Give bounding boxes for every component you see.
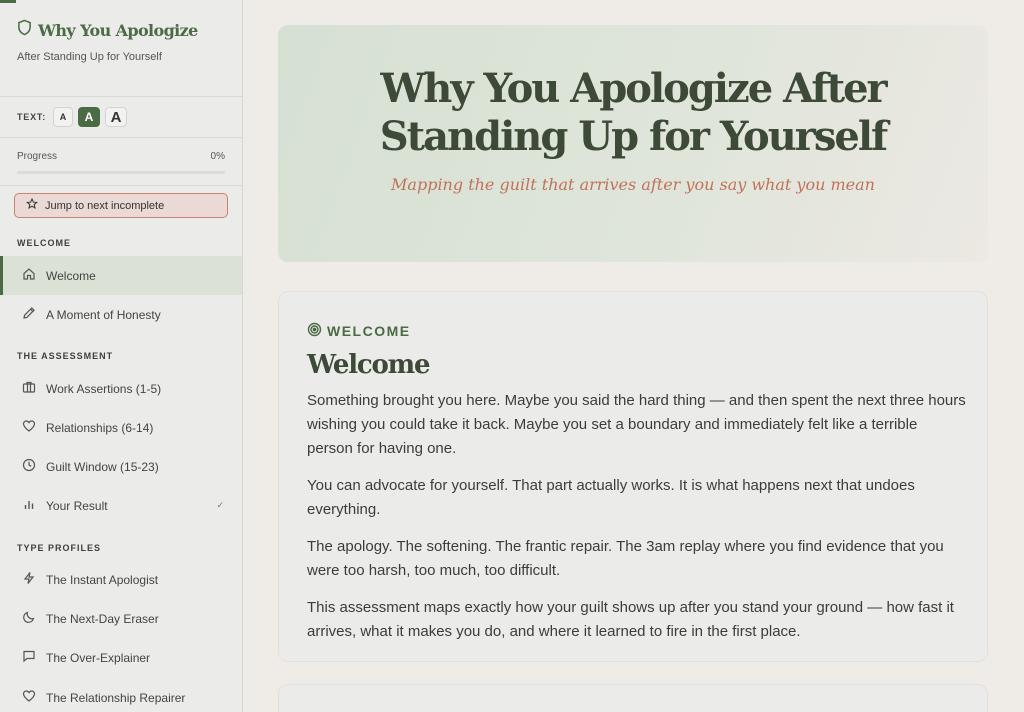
sidebar-item-label: The Over-Explainer <box>46 650 151 665</box>
card-body: Something brought you here. Maybe you sa… <box>307 389 967 657</box>
next-card <box>278 684 988 712</box>
jump-label: Jump to next incomplete <box>45 199 165 212</box>
brand: Why You Apologize After Standing Up for … <box>0 0 242 97</box>
sidebar-item-label: The Next-Day Eraser <box>46 611 159 626</box>
card-title: Welcome <box>307 350 431 380</box>
paragraph: You can advocate for yourself. That part… <box>307 477 915 518</box>
brand-title: Why You Apologize <box>38 20 198 40</box>
sidebar-item-over-explainer[interactable]: The Over-Explainer <box>0 638 242 677</box>
clock-icon <box>22 458 36 475</box>
page-subtitle: Mapping the guilt that arrives after you… <box>391 175 875 194</box>
card-eyebrow-label: WELCOME <box>327 323 411 339</box>
heart-icon <box>22 419 36 436</box>
section-label-assessment: THE ASSESSMENT <box>17 351 114 361</box>
sidebar-item-label: A Moment of Honesty <box>46 307 161 322</box>
heart-icon <box>22 689 36 706</box>
progress-section: Progress 0% <box>0 138 242 186</box>
sidebar-item-instant-apologist[interactable]: The Instant Apologist <box>0 560 242 599</box>
paragraph: This assessment maps exactly how your gu… <box>307 599 954 640</box>
sidebar-item-a-moment-of-honesty[interactable]: A Moment of Honesty <box>0 295 242 334</box>
sidebar-item-label: Your Result <box>46 498 108 513</box>
bar-chart-icon <box>22 497 36 514</box>
shield-icon <box>17 19 32 41</box>
sidebar-item-label: Welcome <box>46 268 96 283</box>
text-size-large-button[interactable]: A <box>105 107 128 127</box>
home-icon <box>22 267 36 284</box>
moon-icon <box>22 610 36 627</box>
text-size-label: TEXT: <box>17 112 47 122</box>
star-icon <box>25 197 39 213</box>
progress-value: 0% <box>210 151 225 162</box>
pencil-icon <box>22 306 36 323</box>
sidebar-item-relationship-repairer[interactable]: The Relationship Repairer <box>0 678 242 712</box>
lightning-icon <box>22 571 36 588</box>
sidebar-item-welcome[interactable]: Welcome <box>0 256 242 295</box>
brand-row: Why You Apologize <box>17 19 225 41</box>
sidebar-item-label: Relationships (6-14) <box>46 420 154 435</box>
progress-label: Progress <box>17 151 58 162</box>
sidebar-item-label: Guilt Window (15-23) <box>46 459 159 474</box>
sidebar: Why You Apologize After Standing Up for … <box>0 0 243 712</box>
sidebar-item-work-assertions[interactable]: Work Assertions (1-5) <box>0 369 242 408</box>
target-icon <box>307 322 322 340</box>
briefcase-icon <box>22 380 36 397</box>
sidebar-item-relationships[interactable]: Relationships (6-14) <box>0 408 242 447</box>
sidebar-item-your-result[interactable]: Your Result ✓ <box>0 486 242 525</box>
chevron-down-icon: ✓ <box>216 500 224 510</box>
hero-banner: Why You Apologize After Standing Up for … <box>278 25 988 262</box>
card-eyebrow: WELCOME <box>307 322 411 340</box>
sidebar-item-label: The Instant Apologist <box>46 572 159 587</box>
section-label-welcome: WELCOME <box>17 238 71 248</box>
brand-subtitle: After Standing Up for Yourself <box>17 51 162 63</box>
welcome-card: WELCOME Welcome Something brought you he… <box>278 291 988 662</box>
top-accent-bar <box>0 0 16 3</box>
page-title: Why You Apologize After Standing Up for … <box>379 65 888 160</box>
paragraph: Something brought you here. Maybe you sa… <box>307 392 966 457</box>
sidebar-item-next-day-eraser[interactable]: The Next-Day Eraser <box>0 599 242 638</box>
sidebar-item-label: Work Assertions (1-5) <box>46 381 162 396</box>
text-size-medium-button[interactable]: A <box>78 107 101 127</box>
text-size-controls: TEXT: A A A <box>0 97 242 138</box>
sidebar-item-label: The Relationship Repairer <box>46 690 186 705</box>
progress-track <box>17 171 225 174</box>
text-size-small-button[interactable]: A <box>53 107 74 127</box>
paragraph: The apology. The softening. The frantic … <box>307 538 944 579</box>
speech-bubble-icon <box>22 649 36 666</box>
sidebar-item-guilt-window[interactable]: Guilt Window (15-23) <box>0 447 242 486</box>
jump-to-next-incomplete-button[interactable]: Jump to next incomplete <box>14 193 228 218</box>
section-label-type-profiles: TYPE PROFILES <box>17 543 102 553</box>
